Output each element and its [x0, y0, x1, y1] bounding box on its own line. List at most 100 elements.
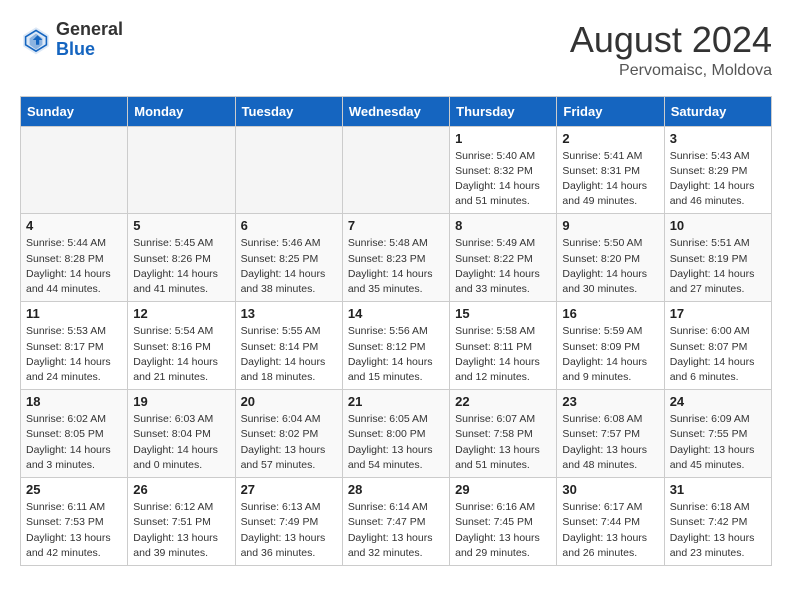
day-number: 28	[348, 482, 444, 497]
calendar-day-cell: 6 Sunrise: 5:46 AM Sunset: 8:25 PM Daylig…	[235, 214, 342, 302]
day-number: 16	[562, 306, 658, 321]
calendar-day-cell: 11 Sunrise: 5:53 AM Sunset: 8:17 PM Dayli…	[21, 302, 128, 390]
calendar-week-row: 1 Sunrise: 5:40 AM Sunset: 8:32 PM Daylig…	[21, 126, 772, 214]
calendar-day-cell: 31 Sunrise: 6:18 AM Sunset: 7:42 PM Dayli…	[664, 478, 771, 566]
calendar-week-row: 11 Sunrise: 5:53 AM Sunset: 8:17 PM Dayli…	[21, 302, 772, 390]
day-number: 31	[670, 482, 766, 497]
calendar-day-cell: 20Sunrise: 6:04 AM Sunset: 8:02 PM Dayli…	[235, 390, 342, 478]
day-info: Sunrise: 5:51 AM Sunset: 8:19 PM Dayligh…	[670, 236, 766, 297]
location: Pervomaisc, Moldova	[570, 62, 772, 80]
day-number: 15	[455, 306, 551, 321]
calendar-day-cell: 9 Sunrise: 5:50 AM Sunset: 8:20 PM Daylig…	[557, 214, 664, 302]
day-info: Sunrise: 5:58 AM Sunset: 8:11 PM Dayligh…	[455, 324, 551, 385]
day-number: 26	[133, 482, 229, 497]
calendar-day-cell: 30 Sunrise: 6:17 AM Sunset: 7:44 PM Dayli…	[557, 478, 664, 566]
day-info: Sunrise: 5:50 AM Sunset: 8:20 PM Dayligh…	[562, 236, 658, 297]
calendar-day-cell	[21, 126, 128, 214]
logo-icon	[20, 24, 52, 56]
day-number: 6	[241, 218, 337, 233]
day-info: Sunrise: 5:59 AM Sunset: 8:09 PM Dayligh…	[562, 324, 658, 385]
day-number: 1	[455, 131, 551, 146]
day-info: Sunrise: 6:00 AM Sunset: 8:07 PM Dayligh…	[670, 324, 766, 385]
day-number: 23	[562, 394, 658, 409]
day-info: Sunrise: 6:17 AM Sunset: 7:44 PM Dayligh…	[562, 500, 658, 561]
day-info: Sunrise: 6:02 AM Sunset: 8:05 PM Dayligh…	[26, 412, 122, 473]
day-info: Sunrise: 5:48 AM Sunset: 8:23 PM Dayligh…	[348, 236, 444, 297]
weekday-header: Sunday	[21, 96, 128, 126]
day-number: 8	[455, 218, 551, 233]
calendar-week-row: 25 Sunrise: 6:11 AM Sunset: 7:53 PM Dayli…	[21, 478, 772, 566]
weekday-header: Thursday	[450, 96, 557, 126]
day-number: 27	[241, 482, 337, 497]
calendar-day-cell: 3 Sunrise: 5:43 AM Sunset: 8:29 PM Daylig…	[664, 126, 771, 214]
calendar-day-cell: 1 Sunrise: 5:40 AM Sunset: 8:32 PM Daylig…	[450, 126, 557, 214]
day-info: Sunrise: 5:41 AM Sunset: 8:31 PM Dayligh…	[562, 149, 658, 210]
day-number: 17	[670, 306, 766, 321]
day-number: 24	[670, 394, 766, 409]
calendar-day-cell: 28Sunrise: 6:14 AM Sunset: 7:47 PM Dayli…	[342, 478, 449, 566]
weekday-header-row: SundayMondayTuesdayWednesdayThursdayFrid…	[21, 96, 772, 126]
day-info: Sunrise: 6:18 AM Sunset: 7:42 PM Dayligh…	[670, 500, 766, 561]
day-number: 3	[670, 131, 766, 146]
calendar-day-cell: 23Sunrise: 6:08 AM Sunset: 7:57 PM Dayli…	[557, 390, 664, 478]
calendar-week-row: 18Sunrise: 6:02 AM Sunset: 8:05 PM Dayli…	[21, 390, 772, 478]
calendar-day-cell: 19Sunrise: 6:03 AM Sunset: 8:04 PM Dayli…	[128, 390, 235, 478]
calendar-day-cell	[342, 126, 449, 214]
day-number: 19	[133, 394, 229, 409]
calendar-day-cell: 18Sunrise: 6:02 AM Sunset: 8:05 PM Dayli…	[21, 390, 128, 478]
day-info: Sunrise: 6:09 AM Sunset: 7:55 PM Dayligh…	[670, 412, 766, 473]
day-number: 9	[562, 218, 658, 233]
calendar-day-cell: 12Sunrise: 5:54 AM Sunset: 8:16 PM Dayli…	[128, 302, 235, 390]
calendar-day-cell	[235, 126, 342, 214]
day-number: 4	[26, 218, 122, 233]
calendar-day-cell: 8 Sunrise: 5:49 AM Sunset: 8:22 PM Daylig…	[450, 214, 557, 302]
calendar-day-cell: 16 Sunrise: 5:59 AM Sunset: 8:09 PM Dayli…	[557, 302, 664, 390]
calendar-day-cell: 21Sunrise: 6:05 AM Sunset: 8:00 PM Dayli…	[342, 390, 449, 478]
day-info: Sunrise: 5:53 AM Sunset: 8:17 PM Dayligh…	[26, 324, 122, 385]
day-number: 12	[133, 306, 229, 321]
calendar-day-cell	[128, 126, 235, 214]
calendar: SundayMondayTuesdayWednesdayThursdayFrid…	[20, 96, 772, 566]
calendar-day-cell: 4Sunrise: 5:44 AM Sunset: 8:28 PM Daylig…	[21, 214, 128, 302]
logo-text: General Blue	[56, 20, 123, 60]
day-number: 30	[562, 482, 658, 497]
day-number: 13	[241, 306, 337, 321]
day-info: Sunrise: 5:56 AM Sunset: 8:12 PM Dayligh…	[348, 324, 444, 385]
calendar-day-cell: 5Sunrise: 5:45 AM Sunset: 8:26 PM Daylig…	[128, 214, 235, 302]
calendar-day-cell: 7 Sunrise: 5:48 AM Sunset: 8:23 PM Daylig…	[342, 214, 449, 302]
day-number: 22	[455, 394, 551, 409]
day-info: Sunrise: 6:13 AM Sunset: 7:49 PM Dayligh…	[241, 500, 337, 561]
day-info: Sunrise: 5:40 AM Sunset: 8:32 PM Dayligh…	[455, 149, 551, 210]
calendar-day-cell: 13 Sunrise: 5:55 AM Sunset: 8:14 PM Dayli…	[235, 302, 342, 390]
calendar-day-cell: 15 Sunrise: 5:58 AM Sunset: 8:11 PM Dayli…	[450, 302, 557, 390]
calendar-day-cell: 2Sunrise: 5:41 AM Sunset: 8:31 PM Daylig…	[557, 126, 664, 214]
title-block: August 2024 Pervomaisc, Moldova	[570, 20, 772, 80]
calendar-day-cell: 29 Sunrise: 6:16 AM Sunset: 7:45 PM Dayli…	[450, 478, 557, 566]
day-info: Sunrise: 6:12 AM Sunset: 7:51 PM Dayligh…	[133, 500, 229, 561]
day-info: Sunrise: 5:43 AM Sunset: 8:29 PM Dayligh…	[670, 149, 766, 210]
calendar-day-cell: 26 Sunrise: 6:12 AM Sunset: 7:51 PM Dayli…	[128, 478, 235, 566]
weekday-header: Monday	[128, 96, 235, 126]
day-number: 29	[455, 482, 551, 497]
calendar-day-cell: 17 Sunrise: 6:00 AM Sunset: 8:07 PM Dayli…	[664, 302, 771, 390]
day-info: Sunrise: 6:11 AM Sunset: 7:53 PM Dayligh…	[26, 500, 122, 561]
calendar-day-cell: 10Sunrise: 5:51 AM Sunset: 8:19 PM Dayli…	[664, 214, 771, 302]
calendar-day-cell: 24 Sunrise: 6:09 AM Sunset: 7:55 PM Dayli…	[664, 390, 771, 478]
day-number: 25	[26, 482, 122, 497]
calendar-week-row: 4Sunrise: 5:44 AM Sunset: 8:28 PM Daylig…	[21, 214, 772, 302]
day-number: 5	[133, 218, 229, 233]
day-number: 7	[348, 218, 444, 233]
day-number: 20	[241, 394, 337, 409]
calendar-day-cell: 22Sunrise: 6:07 AM Sunset: 7:58 PM Dayli…	[450, 390, 557, 478]
weekday-header: Saturday	[664, 96, 771, 126]
day-number: 14	[348, 306, 444, 321]
day-info: Sunrise: 5:46 AM Sunset: 8:25 PM Dayligh…	[241, 236, 337, 297]
day-info: Sunrise: 5:55 AM Sunset: 8:14 PM Dayligh…	[241, 324, 337, 385]
page-header: General Blue August 2024 Pervomaisc, Mol…	[20, 20, 772, 80]
day-number: 11	[26, 306, 122, 321]
day-info: Sunrise: 5:49 AM Sunset: 8:22 PM Dayligh…	[455, 236, 551, 297]
weekday-header: Wednesday	[342, 96, 449, 126]
day-number: 21	[348, 394, 444, 409]
calendar-day-cell: 14 Sunrise: 5:56 AM Sunset: 8:12 PM Dayli…	[342, 302, 449, 390]
day-info: Sunrise: 6:16 AM Sunset: 7:45 PM Dayligh…	[455, 500, 551, 561]
